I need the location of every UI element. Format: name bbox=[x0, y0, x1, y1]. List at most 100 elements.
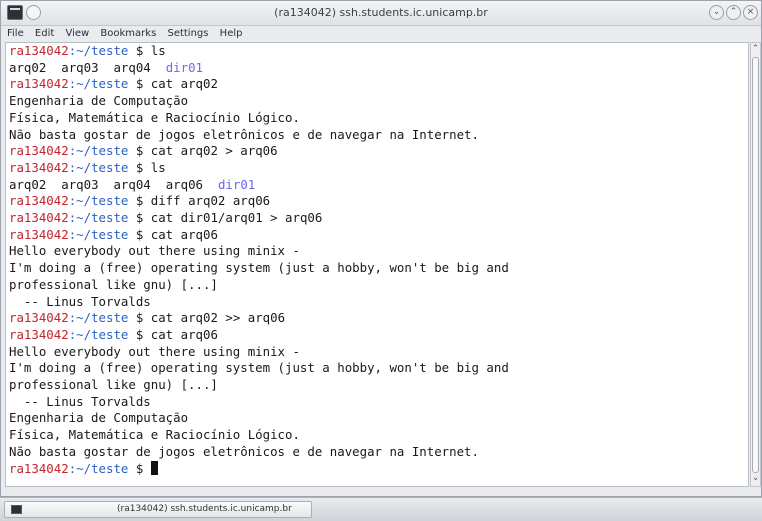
terminal-line: Não basta gostar de jogos eletrônicos e … bbox=[9, 444, 479, 459]
output-text: Não basta gostar de jogos eletrônicos e … bbox=[9, 126, 479, 142]
command-text: ls bbox=[150, 159, 166, 175]
scroll-up-arrow-icon[interactable]: ⌃ bbox=[751, 44, 760, 54]
terminal-line: Não basta gostar de jogos eletrônicos e … bbox=[9, 127, 479, 142]
prompt-user: ra134042 bbox=[9, 193, 69, 209]
terminal-line: ra134042:~/teste $ cat arq02 >> arq06 bbox=[9, 310, 286, 326]
terminal-line: ra134042:~/teste $ bbox=[9, 460, 158, 476]
directory-name: dir01 bbox=[165, 59, 204, 75]
terminal-line: -- Linus Torvalds bbox=[9, 394, 151, 409]
command-text: ls bbox=[150, 43, 166, 58]
output-text: Engenharia de Computação bbox=[9, 93, 189, 109]
output-text: Física, Matemática e Raciocínio Lógico. bbox=[9, 109, 300, 125]
prompt-path: :~/teste bbox=[68, 326, 129, 342]
terminal-line: Hello everybody out there using minix - bbox=[9, 243, 300, 258]
terminal-line: -- Linus Torvalds bbox=[9, 294, 151, 309]
maximize-icon[interactable]: ⌃ bbox=[726, 5, 741, 20]
prompt-path: :~/teste bbox=[68, 210, 129, 226]
terminal-line: ra134042:~/teste $ cat dir01/arq01 > arq… bbox=[9, 210, 323, 226]
terminal-output[interactable]: ra134042:~/teste $ ls arq02 arq03 arq04 … bbox=[5, 42, 749, 487]
file-name: arq06 bbox=[165, 176, 204, 192]
menu-settings[interactable]: Settings bbox=[167, 28, 208, 39]
prompt-path: :~/teste bbox=[68, 193, 129, 209]
command-text: cat arq02 >> arq06 bbox=[150, 310, 286, 326]
prompt-user: ra134042 bbox=[9, 159, 69, 175]
file-name: arq02 bbox=[9, 59, 47, 75]
command-text: cat dir01/arq01 > arq06 bbox=[150, 210, 323, 226]
prompt-user: ra134042 bbox=[9, 460, 69, 476]
prompt-user: ra134042 bbox=[9, 210, 69, 226]
terminal-line: Hello everybody out there using minix - bbox=[9, 344, 300, 359]
output-text: -- Linus Torvalds bbox=[9, 393, 151, 409]
terminal-line: Física, Matemática e Raciocínio Lógico. bbox=[9, 427, 300, 442]
terminal-line: ra134042:~/teste $ cat arq06 bbox=[9, 326, 218, 342]
prompt-path: :~/teste bbox=[68, 43, 129, 58]
output-text: professional like gnu) [...] bbox=[9, 377, 218, 393]
taskbar-terminal-icon bbox=[11, 505, 22, 514]
terminal-line: arq02 arq03 arq04 arq06 dir01 bbox=[9, 177, 255, 192]
menu-help[interactable]: Help bbox=[220, 28, 243, 39]
prompt-user: ra134042 bbox=[9, 43, 69, 58]
title-bar[interactable]: (ra134042) ssh.students.ic.unicamp.br ⌄ … bbox=[1, 1, 761, 26]
vertical-scrollbar[interactable]: ⌃ ⌄ bbox=[750, 42, 761, 487]
close-icon[interactable]: × bbox=[743, 5, 758, 20]
prompt-user: ra134042 bbox=[9, 310, 69, 326]
terminal-line: ra134042:~/teste $ ls bbox=[9, 159, 166, 175]
prompt-user: ra134042 bbox=[9, 76, 69, 92]
terminal-line: arq02 arq03 arq04 dir01 bbox=[9, 60, 203, 75]
prompt-path: :~/teste bbox=[68, 310, 129, 326]
directory-name: dir01 bbox=[217, 176, 256, 192]
terminal-line: ra134042:~/teste $ cat arq02 bbox=[9, 76, 218, 92]
file-name: arq03 bbox=[61, 176, 99, 192]
terminal-window: (ra134042) ssh.students.ic.unicamp.br ⌄ … bbox=[0, 0, 762, 497]
menu-file[interactable]: File bbox=[7, 28, 24, 39]
command-text: diff arq02 arq06 bbox=[150, 193, 271, 209]
output-text: I'm doing a (free) operating system (jus… bbox=[9, 260, 509, 276]
menu-bookmarks[interactable]: Bookmarks bbox=[100, 28, 156, 39]
menu-view[interactable]: View bbox=[65, 28, 89, 39]
file-name: arq03 bbox=[61, 59, 99, 75]
terminal-line: I'm doing a (free) operating system (jus… bbox=[9, 260, 509, 275]
output-text: professional like gnu) [...] bbox=[9, 276, 218, 292]
output-text: -- Linus Torvalds bbox=[9, 293, 151, 309]
output-text: Hello everybody out there using minix - bbox=[9, 243, 300, 259]
prompt-user: ra134042 bbox=[9, 143, 69, 159]
terminal-line: Engenharia de Computação bbox=[9, 410, 188, 425]
command-text: cat arq02 > arq06 bbox=[150, 143, 278, 159]
prompt-path: :~/teste bbox=[68, 460, 129, 476]
terminal-line: professional like gnu) [...] bbox=[9, 377, 218, 392]
terminal-line: ra134042:~/teste $ diff arq02 arq06 bbox=[9, 193, 271, 209]
output-text: Engenharia de Computação bbox=[9, 410, 189, 426]
terminal-line: Engenharia de Computação bbox=[9, 93, 188, 108]
file-name: arq04 bbox=[113, 59, 151, 75]
command-text: cat arq06 bbox=[150, 326, 218, 342]
menu-bar: File Edit View Bookmarks Settings Help bbox=[1, 26, 761, 42]
output-text: Hello everybody out there using minix - bbox=[9, 343, 300, 359]
text-cursor bbox=[150, 460, 158, 475]
file-name: arq04 bbox=[113, 176, 151, 192]
file-name: arq02 bbox=[9, 176, 47, 192]
command-text: cat arq06 bbox=[150, 226, 218, 242]
menu-edit[interactable]: Edit bbox=[35, 28, 54, 39]
minimize-icon[interactable]: ⌄ bbox=[709, 5, 724, 20]
prompt-path: :~/teste bbox=[68, 76, 129, 92]
taskbar: (ra134042) ssh.students.ic.unicamp.br bbox=[0, 497, 762, 521]
prompt-user: ra134042 bbox=[9, 326, 69, 342]
prompt-user: ra134042 bbox=[9, 226, 69, 242]
terminal-text[interactable]: ra134042:~/teste $ ls arq02 arq03 arq04 … bbox=[6, 43, 748, 477]
terminal-line: professional like gnu) [...] bbox=[9, 277, 218, 292]
taskbar-task-label: (ra134042) ssh.students.ic.unicamp.br bbox=[117, 504, 292, 514]
command-text: cat arq02 bbox=[150, 76, 218, 92]
terminal-line: Física, Matemática e Raciocínio Lógico. bbox=[9, 110, 300, 125]
scrollbar-thumb[interactable] bbox=[752, 57, 759, 473]
prompt-path: :~/teste bbox=[68, 226, 129, 242]
window-title: (ra134042) ssh.students.ic.unicamp.br bbox=[274, 6, 488, 19]
prompt-path: :~/teste bbox=[68, 159, 129, 175]
terminal-line: ra134042:~/teste $ ls bbox=[9, 43, 166, 58]
output-text: Não basta gostar de jogos eletrônicos e … bbox=[9, 443, 479, 459]
output-text: Física, Matemática e Raciocínio Lógico. bbox=[9, 427, 300, 443]
taskbar-task-button[interactable]: (ra134042) ssh.students.ic.unicamp.br bbox=[4, 501, 312, 518]
output-text: I'm doing a (free) operating system (jus… bbox=[9, 360, 509, 376]
scroll-down-arrow-icon[interactable]: ⌄ bbox=[751, 473, 760, 483]
terminal-line: ra134042:~/teste $ cat arq02 > arq06 bbox=[9, 143, 278, 159]
prompt-path: :~/teste bbox=[68, 143, 129, 159]
